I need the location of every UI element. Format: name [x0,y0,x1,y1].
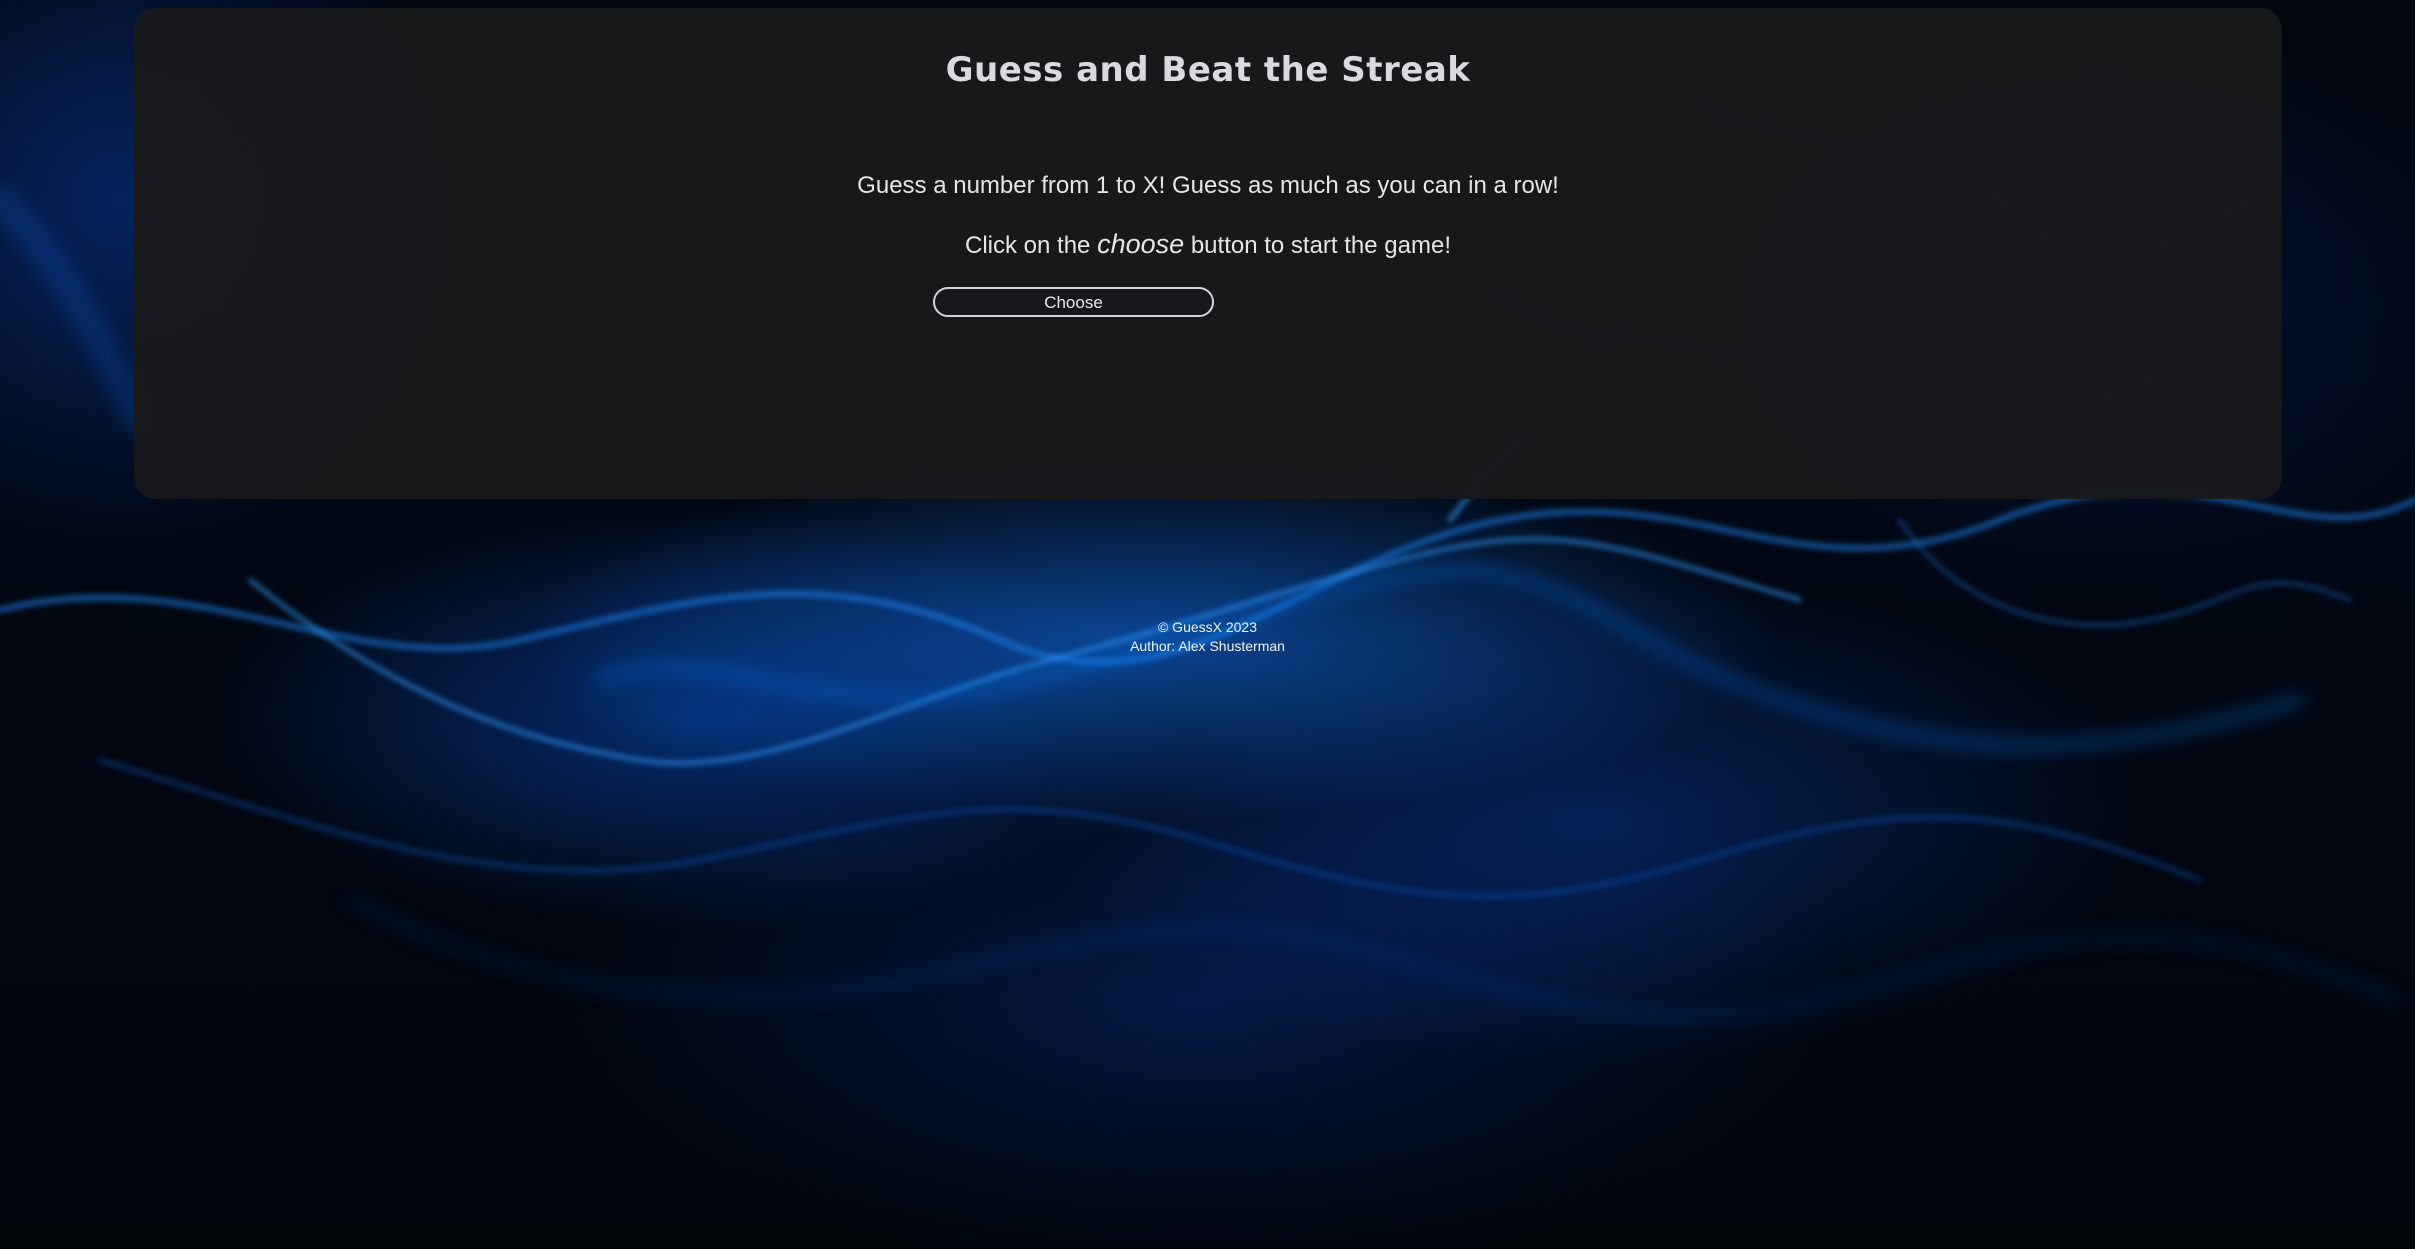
start-instruction-suffix: button to start the game! [1184,232,1451,259]
copyright-text: © GuessX 2023 [1157,619,1258,635]
choose-button[interactable]: Choose [933,287,1214,317]
game-panel: Guess and Beat the Streak Guess a number… [134,8,2282,499]
author-text: Author: Alex Shusterman [1130,638,1285,654]
footer: © GuessX 2023 Author: Alex Shusterman [0,618,2415,656]
start-instruction-text: Click on the choose button to start the … [134,229,2282,260]
choose-emphasis: choose [1097,229,1185,259]
instruction-text: Guess a number from 1 to X! Guess as muc… [857,172,1559,199]
page-title: Guess and Beat the Streak [945,50,1471,90]
start-instruction-prefix: Click on the [965,232,1098,259]
